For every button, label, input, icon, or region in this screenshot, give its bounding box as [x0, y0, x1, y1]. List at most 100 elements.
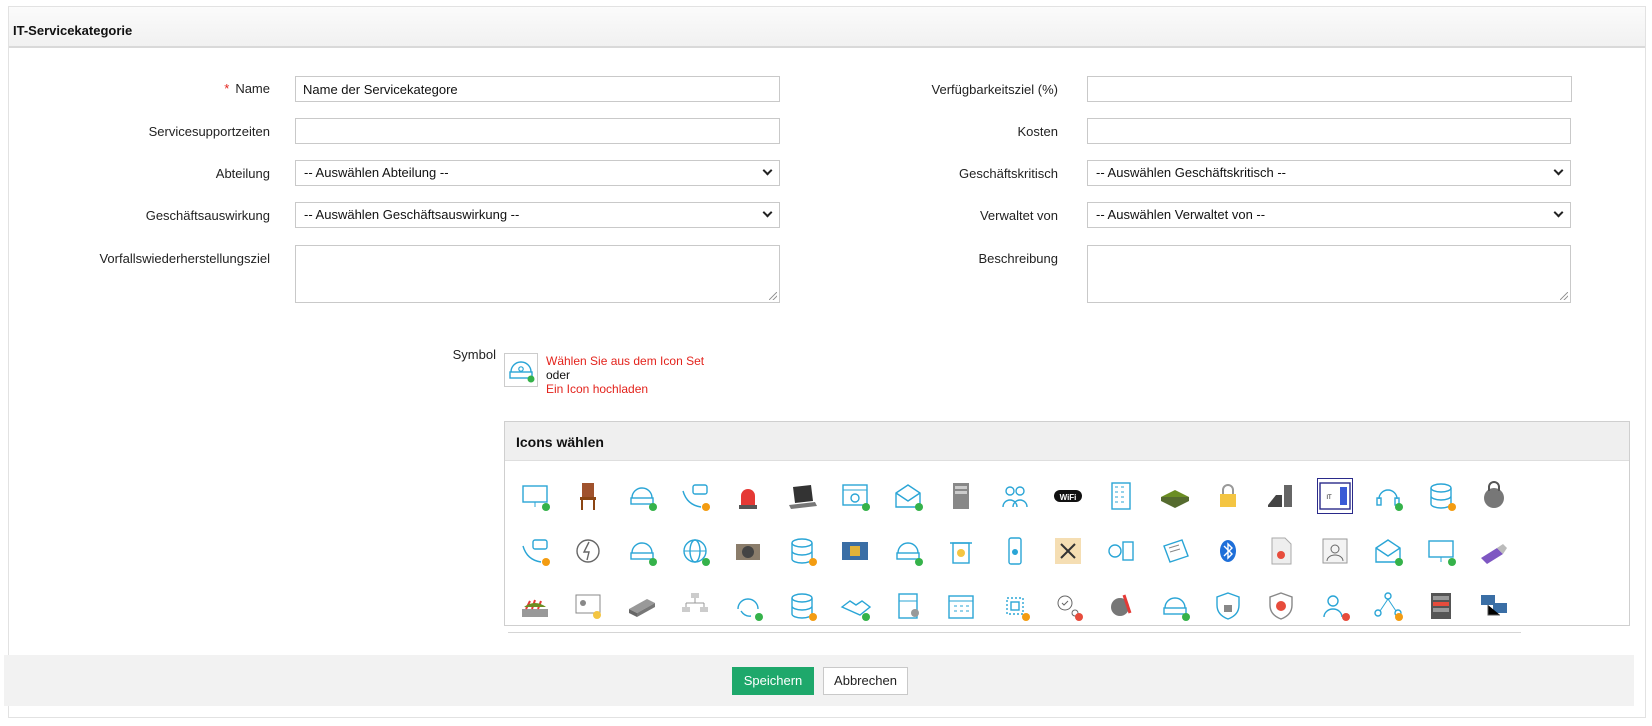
chevron-down-icon [762, 165, 773, 176]
cost-input[interactable] [1087, 118, 1571, 144]
resize-grip-icon[interactable] [769, 292, 777, 300]
web-page-icon [842, 484, 870, 511]
icon-option[interactable] [561, 579, 615, 633]
icon-option[interactable] [561, 469, 615, 523]
server-tower-icon [953, 483, 969, 509]
icon-option[interactable] [615, 469, 669, 523]
icon-option[interactable] [934, 469, 988, 523]
database-icon [791, 592, 817, 621]
business-critical-select[interactable]: -- Auswählen Geschäftskritisch -- [1087, 160, 1571, 186]
description-textarea[interactable] [1087, 245, 1571, 303]
chevron-down-icon [1553, 165, 1564, 176]
icon-option[interactable] [1361, 469, 1415, 523]
icon-option[interactable] [615, 579, 669, 633]
user-remove-icon [1323, 594, 1350, 621]
managed-by-select[interactable]: -- Auswählen Verwaltet von -- [1087, 202, 1571, 228]
icon-option[interactable] [988, 524, 1042, 578]
certificate-icon [1163, 539, 1189, 563]
bluetooth-icon [1220, 540, 1236, 562]
icon-option[interactable] [881, 579, 935, 633]
availability-input[interactable] [1087, 76, 1572, 102]
support-hours-input[interactable] [295, 118, 780, 144]
recovery-goal-textarea[interactable] [295, 245, 780, 303]
rack-server-icon [1431, 592, 1451, 619]
resize-grip-icon[interactable] [1560, 292, 1568, 300]
icon-option[interactable] [881, 469, 935, 523]
mail-network-icon [895, 484, 923, 511]
icon-option[interactable] [721, 469, 775, 523]
icon-option[interactable] [1308, 524, 1362, 578]
save-button[interactable]: Speichern [732, 667, 814, 695]
symbol-label: Symbol [452, 347, 496, 362]
icon-option[interactable] [881, 524, 935, 578]
shield-icon [1269, 591, 1293, 620]
database-icon [1430, 483, 1456, 511]
usb-drive-icon [1481, 544, 1507, 564]
desk-phone-icon [1268, 485, 1292, 507]
power-icon [576, 539, 600, 563]
helpdesk-icon [509, 361, 535, 383]
icon-option[interactable] [668, 469, 722, 523]
icon-option[interactable] [775, 469, 829, 523]
icon-option[interactable] [668, 524, 722, 578]
shield-lock-icon [1216, 591, 1240, 620]
icon-option[interactable] [1414, 469, 1468, 523]
support-call-icon [737, 597, 763, 621]
icon-option[interactable] [1148, 469, 1202, 523]
icon-option[interactable] [508, 524, 562, 578]
tools-icon [1055, 538, 1081, 564]
icon-option[interactable] [1254, 524, 1308, 578]
icon-option[interactable] [1041, 524, 1095, 578]
icon-option[interactable] [561, 524, 615, 578]
symbol-preview[interactable] [504, 353, 538, 387]
icon-option[interactable] [1467, 579, 1521, 633]
icon-option[interactable] [775, 524, 829, 578]
icon-option[interactable] [1361, 524, 1415, 578]
icon-option[interactable] [1254, 469, 1308, 523]
icon-option[interactable] [775, 579, 829, 633]
network-switch-icon [1161, 490, 1189, 508]
department-select[interactable]: -- Auswählen Abteilung -- [295, 160, 780, 186]
mobile-phone-icon [1008, 537, 1022, 565]
icon-option[interactable] [1308, 579, 1362, 633]
helpdesk-icon [630, 542, 657, 566]
icon-option[interactable] [828, 524, 882, 578]
icon-option[interactable] [828, 579, 882, 633]
icon-option[interactable] [1148, 524, 1202, 578]
icon-option[interactable] [1467, 469, 1521, 523]
icon-option[interactable] [1201, 579, 1255, 633]
icon-option[interactable] [1414, 524, 1468, 578]
required-marker: * [224, 81, 230, 96]
icon-option[interactable] [934, 579, 988, 633]
icon-option[interactable] [508, 469, 562, 523]
name-input[interactable] [295, 76, 780, 102]
choose-from-icon-set-link[interactable]: Wählen Sie aus dem Icon Set [546, 354, 704, 368]
icon-option[interactable] [1361, 579, 1415, 633]
icon-option[interactable] [1201, 524, 1255, 578]
icon-option[interactable] [1467, 524, 1521, 578]
icon-option[interactable] [1254, 579, 1308, 633]
icon-option[interactable] [721, 524, 775, 578]
icon-option[interactable] [615, 524, 669, 578]
icon-option[interactable] [1094, 469, 1148, 523]
icon-option[interactable] [1201, 469, 1255, 523]
icon-option[interactable] [934, 524, 988, 578]
icon-option[interactable] [1148, 579, 1202, 633]
business-impact-select[interactable]: -- Auswählen Geschäftsauswirkung -- [295, 202, 780, 228]
icon-option[interactable] [988, 469, 1042, 523]
icon-option[interactable] [1094, 579, 1148, 633]
icon-option[interactable] [668, 579, 722, 633]
cancel-button[interactable]: Abbrechen [823, 667, 908, 695]
icon-option[interactable]: WiFi [1041, 469, 1095, 523]
icon-option[interactable] [1041, 579, 1095, 633]
icon-option[interactable] [721, 579, 775, 633]
icon-option[interactable] [1094, 524, 1148, 578]
icon-option[interactable]: IT [1308, 469, 1362, 523]
icon-option[interactable] [988, 579, 1042, 633]
icon-option[interactable] [1414, 579, 1468, 633]
icon-option[interactable] [508, 579, 562, 633]
panel-header: IT-Servicekategorie [9, 7, 1645, 48]
icon-option[interactable] [828, 469, 882, 523]
helpdesk-icon [630, 487, 657, 511]
upload-icon-link[interactable]: Ein Icon hochladen [546, 382, 648, 396]
